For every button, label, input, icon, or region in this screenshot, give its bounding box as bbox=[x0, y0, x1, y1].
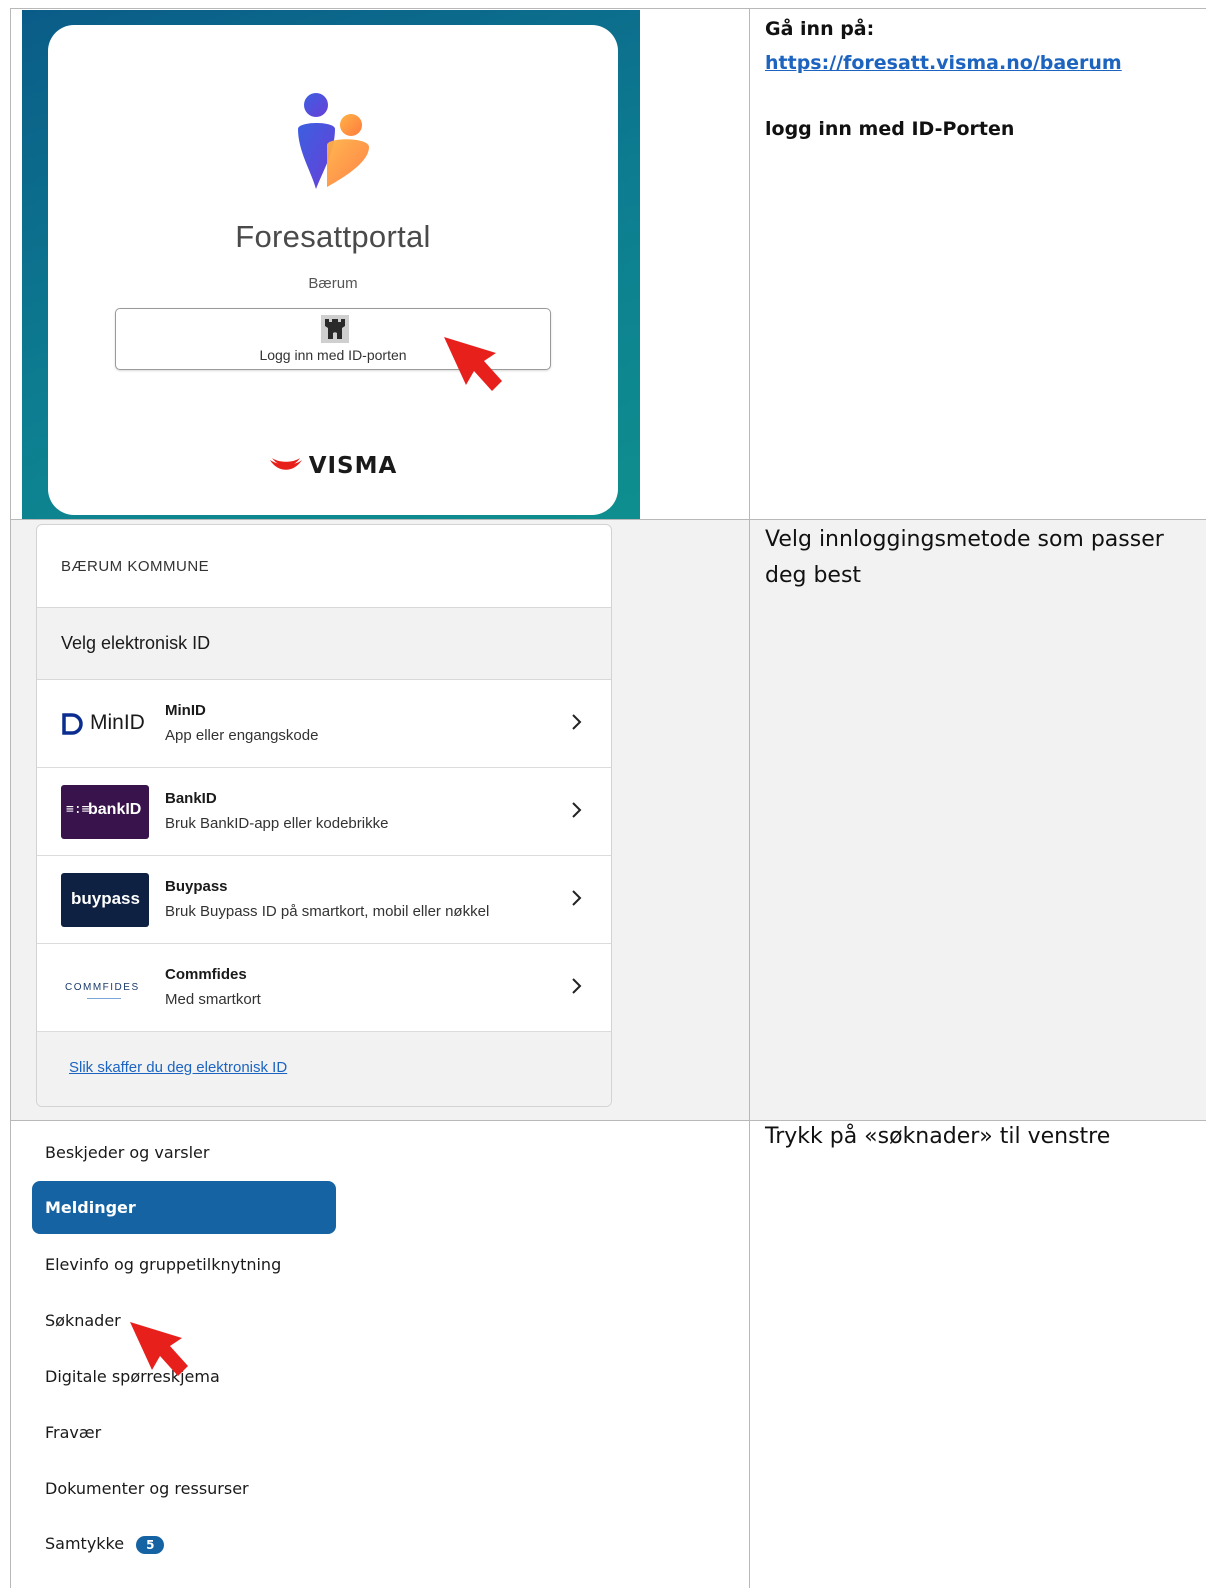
visma-wordmark: VISMA bbox=[308, 453, 398, 479]
bankid-logo-mark-icon: ≡:≡ bbox=[66, 802, 90, 817]
foresatt-portal-link[interactable]: https://foresatt.visma.no/baerum bbox=[765, 52, 1122, 74]
eid-option-desc: Bruk BankID-app eller kodebrikke bbox=[165, 815, 389, 832]
nav-item-samtykke-label: Samtykke bbox=[45, 1534, 125, 1553]
table-border-top bbox=[10, 8, 1206, 9]
choose-eid-header: Velg elektronisk ID bbox=[37, 607, 611, 680]
commfides-logo-text: COMMFIDES bbox=[65, 982, 140, 993]
eid-option-name: BankID bbox=[165, 790, 217, 807]
eid-option-buypass[interactable]: buypass Buypass Bruk Buypass ID på smart… bbox=[37, 856, 611, 944]
minid-logo-text: MinID bbox=[90, 711, 145, 734]
table-row-divider bbox=[10, 1120, 1206, 1121]
commfides-logo: COMMFIDES bbox=[61, 961, 149, 1015]
eid-option-name: Buypass bbox=[165, 878, 228, 895]
table-column-divider bbox=[749, 8, 750, 1588]
minid-logo-icon bbox=[62, 713, 83, 735]
chevron-right-icon bbox=[572, 890, 582, 906]
portal-login-card: Foresattportal Bærum Logg inn med ID-por… bbox=[48, 25, 618, 515]
eid-help-footer: Slik skaffer du deg elektronisk ID bbox=[37, 1032, 611, 1106]
nav-item-dokumenter[interactable]: Dokumenter og ressurser bbox=[45, 1479, 249, 1498]
instruction-login-note: logg inn med ID-Porten bbox=[765, 118, 1015, 140]
eid-option-desc: Bruk Buypass ID på smartkort, mobil elle… bbox=[165, 903, 490, 920]
eid-option-desc: Med smartkort bbox=[165, 991, 261, 1008]
chevron-right-icon bbox=[572, 802, 582, 818]
nav-item-meldinger-label: Meldinger bbox=[45, 1198, 136, 1217]
buypass-logo: buypass bbox=[61, 873, 149, 927]
eid-option-minid[interactable]: MinID MinID App eller engangskode bbox=[37, 680, 611, 768]
foresattportal-logo-icon bbox=[298, 93, 369, 189]
choose-eid-label: Velg elektronisk ID bbox=[61, 633, 211, 653]
eid-option-commfides[interactable]: COMMFIDES Commfides Med smartkort bbox=[37, 944, 611, 1032]
samtykke-count-badge: 5 bbox=[136, 1535, 165, 1554]
nav-item-beskjeder[interactable]: Beskjeder og varsler bbox=[45, 1143, 209, 1162]
table-border-left bbox=[10, 8, 11, 1588]
visma-brand: VISMA bbox=[48, 453, 618, 483]
portal-title: Foresattportal bbox=[235, 219, 431, 254]
instruction-click-soknader: Trykk på «søknader» til venstre bbox=[765, 1124, 1111, 1149]
visma-logo-icon bbox=[269, 458, 302, 470]
nav-item-meldinger[interactable]: Meldinger bbox=[32, 1181, 336, 1234]
instruction-choose-method: Velg innloggingsmetode som passer deg be… bbox=[765, 527, 1164, 588]
eid-option-bankid[interactable]: ≡:≡ bankID BankID Bruk BankID-app eller … bbox=[37, 768, 611, 856]
nav-item-fravaer[interactable]: Fravær bbox=[45, 1423, 101, 1442]
commfides-underline bbox=[87, 998, 121, 999]
eid-option-desc: App eller engangskode bbox=[165, 727, 319, 744]
red-pointer-arrow-icon bbox=[130, 1322, 188, 1376]
eid-selection-card: BÆRUM KOMMUNE Velg elektronisk ID MinID … bbox=[36, 524, 612, 1107]
eid-option-name: Commfides bbox=[165, 966, 247, 983]
chevron-right-icon bbox=[572, 714, 582, 730]
nav-item-soknader[interactable]: Søknader bbox=[45, 1311, 121, 1330]
bankid-logo-text: bankID bbox=[88, 801, 142, 818]
instruction-heading: Gå inn på: bbox=[765, 18, 875, 40]
red-pointer-arrow-icon bbox=[444, 337, 502, 391]
buypass-logo-text: buypass bbox=[71, 889, 140, 908]
portal-subtitle: Bærum bbox=[308, 275, 358, 292]
nav-item-elevinfo[interactable]: Elevinfo og gruppetilknytning bbox=[45, 1255, 281, 1274]
chevron-right-icon bbox=[572, 978, 582, 994]
minid-logo: MinID bbox=[61, 697, 149, 751]
eid-help-link[interactable]: Slik skaffer du deg elektronisk ID bbox=[69, 1059, 287, 1076]
bankid-logo: ≡:≡ bankID bbox=[61, 785, 149, 839]
nav-item-samtykke[interactable]: Samtykke 5 bbox=[45, 1534, 165, 1554]
eid-option-name: MinID bbox=[165, 702, 206, 719]
id-porten-castle-icon bbox=[321, 315, 349, 343]
table-row-divider bbox=[10, 519, 1206, 520]
municipality-name: BÆRUM KOMMUNE bbox=[61, 558, 210, 575]
